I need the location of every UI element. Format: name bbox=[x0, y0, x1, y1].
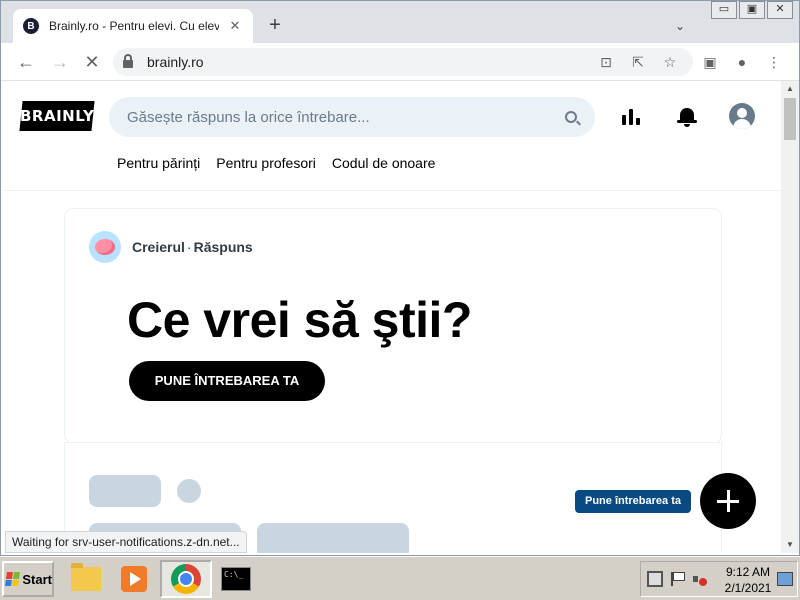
system-tray: 9:12 AM 2/1/2021 bbox=[640, 561, 798, 597]
maximize-button[interactable]: ▣ bbox=[739, 1, 765, 19]
user-avatar-icon[interactable] bbox=[729, 103, 755, 129]
logo-text: BRAINLY bbox=[19, 107, 95, 125]
tab-close-icon[interactable]: ✕ bbox=[227, 18, 243, 34]
card-author: Creierul · Răspuns bbox=[89, 231, 253, 263]
clock[interactable]: 9:12 AM 2/1/2021 bbox=[721, 564, 775, 596]
skeleton-avatar bbox=[177, 479, 201, 503]
clock-date: 2/1/2021 bbox=[724, 581, 772, 595]
taskbar-explorer[interactable] bbox=[60, 560, 112, 598]
volume-muted-icon[interactable] bbox=[691, 571, 707, 587]
menu-kebab-icon[interactable]: ⋮ bbox=[763, 51, 785, 73]
profile-icon[interactable]: ● bbox=[731, 51, 753, 73]
action-center-flag-icon[interactable] bbox=[669, 571, 685, 587]
nav-link-teachers[interactable]: Pentru profesori bbox=[216, 155, 316, 171]
page-scrollbar[interactable]: ▲ ▼ bbox=[781, 81, 799, 553]
share-icon[interactable]: ⇱ bbox=[627, 51, 649, 73]
minimize-button[interactable]: ▭ bbox=[711, 1, 737, 19]
folder-icon bbox=[71, 563, 101, 591]
bell-icon[interactable] bbox=[673, 103, 701, 131]
clock-time: 9:12 AM bbox=[725, 565, 771, 579]
taskbar-media-player[interactable] bbox=[108, 560, 160, 598]
window-controls: ▭ ▣ ✕ bbox=[711, 1, 793, 19]
page-title: Ce vrei să ştii? bbox=[127, 292, 472, 348]
stats-icon[interactable] bbox=[617, 103, 645, 131]
tab-search-chevron-icon[interactable]: ⌄ bbox=[669, 15, 691, 37]
search-input[interactable] bbox=[127, 108, 565, 126]
scroll-thumb[interactable] bbox=[784, 98, 796, 140]
author-name: Creierul bbox=[132, 239, 185, 255]
tab-strip: B Brainly.ro - Pentru elevi. Cu elevi. ✕… bbox=[1, 1, 799, 43]
cmd-icon: C:\_ bbox=[221, 567, 251, 591]
author-separator: · bbox=[186, 239, 192, 255]
tab-title: Brainly.ro - Pentru elevi. Cu elevi. bbox=[49, 19, 219, 33]
back-arrow-icon[interactable]: ← bbox=[15, 51, 37, 73]
nav-link-honor-code[interactable]: Codul de onoare bbox=[332, 155, 436, 171]
bookmark-star-icon[interactable]: ☆ bbox=[659, 51, 681, 73]
side-panel-icon[interactable]: ▣ bbox=[699, 51, 721, 73]
brainly-favicon-icon: B bbox=[23, 18, 39, 34]
sub-navigation: Pentru părinți Pentru profesori Codul de… bbox=[117, 155, 435, 171]
skeleton-block bbox=[89, 475, 161, 507]
lock-icon bbox=[123, 54, 133, 68]
nav-link-parents[interactable]: Pentru părinți bbox=[117, 155, 200, 171]
chrome-icon bbox=[171, 564, 201, 594]
forward-arrow-icon[interactable]: → bbox=[49, 51, 71, 73]
stop-loading-icon[interactable]: ✕ bbox=[81, 51, 103, 73]
search-icon[interactable] bbox=[565, 111, 577, 123]
status-bar: Waiting for srv-user-notifications.z-dn.… bbox=[5, 531, 247, 553]
brainly-logo[interactable]: BRAINLY bbox=[19, 101, 95, 131]
url-text: brainly.ro bbox=[147, 54, 204, 70]
show-desktop-icon[interactable] bbox=[777, 572, 793, 586]
scroll-down-arrow-icon[interactable]: ▼ bbox=[781, 537, 799, 553]
web-page: BRAINLY Pentru părinți Pentru profesori … bbox=[5, 81, 781, 553]
media-player-icon bbox=[121, 566, 147, 592]
browser-toolbar: ← → ✕ brainly.ro ⊡ ⇱ ☆ ▣ ● ⋮ bbox=[1, 43, 799, 81]
windows-flag-icon bbox=[5, 572, 21, 586]
ask-question-button[interactable]: PUNE ÎNTREBAREA TA bbox=[129, 361, 325, 401]
browser-tab[interactable]: B Brainly.ro - Pentru elevi. Cu elevi. ✕ bbox=[13, 9, 253, 43]
browser-window: B Brainly.ro - Pentru elevi. Cu elevi. ✕… bbox=[0, 0, 800, 556]
translate-icon[interactable]: ⊡ bbox=[595, 51, 617, 73]
close-window-button[interactable]: ✕ bbox=[767, 1, 793, 19]
network-icon[interactable] bbox=[647, 571, 663, 587]
new-tab-button[interactable]: + bbox=[263, 13, 287, 37]
start-label: Start bbox=[22, 571, 52, 587]
start-button[interactable]: Start bbox=[2, 561, 54, 597]
windows-taskbar: Start C:\_ 9:12 AM 2/1/2021 bbox=[0, 556, 800, 600]
brain-avatar-icon bbox=[89, 231, 121, 263]
site-header: BRAINLY Pentru părinți Pentru profesori … bbox=[5, 81, 781, 191]
ask-question-card: Creierul · Răspuns Ce vrei să ştii? PUNE… bbox=[65, 209, 721, 443]
author-role: Răspuns bbox=[193, 239, 253, 255]
taskbar-cmd[interactable]: C:\_ bbox=[210, 560, 262, 598]
skeleton-block bbox=[257, 523, 409, 553]
floating-add-question-button[interactable] bbox=[700, 473, 756, 529]
taskbar-chrome[interactable] bbox=[160, 560, 212, 598]
fab-tooltip: Pune întrebarea ta bbox=[575, 490, 691, 513]
scroll-up-arrow-icon[interactable]: ▲ bbox=[781, 81, 799, 97]
search-bar[interactable] bbox=[109, 97, 595, 137]
